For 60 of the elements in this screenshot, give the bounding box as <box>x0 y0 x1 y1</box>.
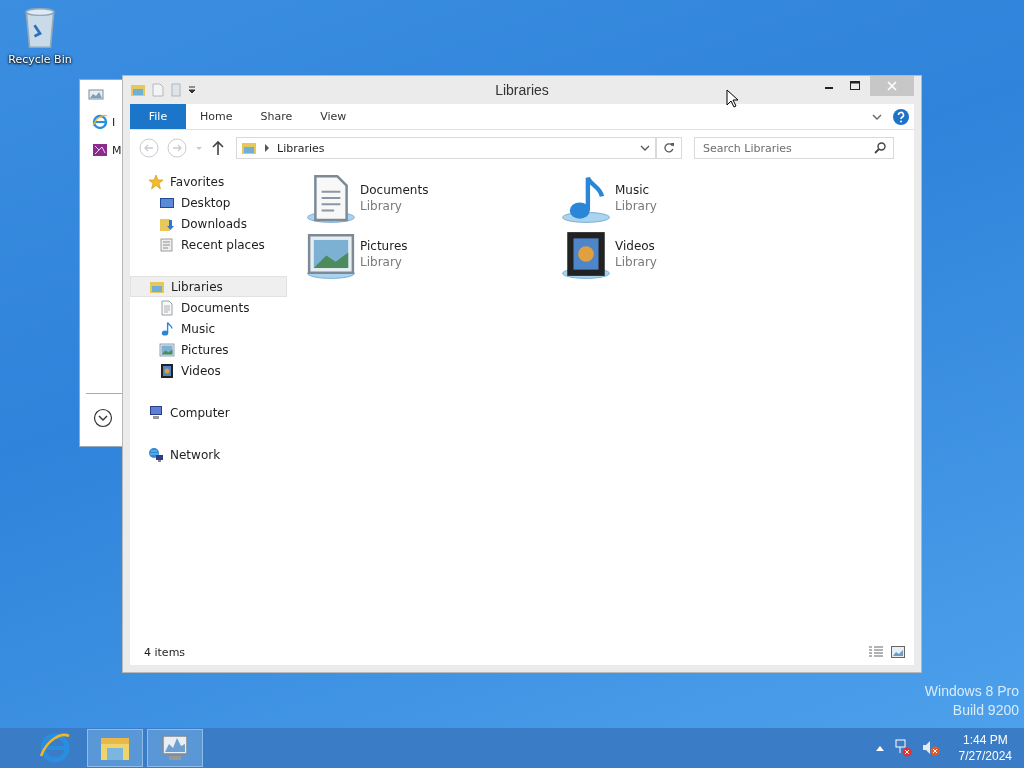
search-icon[interactable] <box>873 141 887 155</box>
watermark-text: Windows 8 Pro <box>924 683 1019 699</box>
list-item-label[interactable]: I <box>112 115 116 129</box>
nav-item[interactable]: Favorites <box>130 171 287 192</box>
watermark-text: Build 9200 <box>952 702 1019 718</box>
nav-item[interactable]: Desktop <box>130 192 287 213</box>
film-icon <box>92 142 108 158</box>
globe-icon <box>148 446 164 463</box>
details-view-icon[interactable] <box>868 645 884 659</box>
network-icon[interactable] <box>892 738 913 758</box>
nav-item[interactable]: Libraries <box>130 276 287 297</box>
library-name[interactable]: Pictures <box>360 239 408 253</box>
chevron-down-icon[interactable] <box>93 408 113 428</box>
nav-item[interactable]: Videos <box>130 360 287 381</box>
taskbar-button[interactable] <box>147 729 203 767</box>
library-type: Library <box>615 199 657 213</box>
browser-icon <box>92 114 108 130</box>
up-arrow-icon[interactable] <box>210 139 226 157</box>
nav-item[interactable]: Computer <box>130 402 287 423</box>
breadcrumb[interactable]: Libraries <box>277 141 325 155</box>
status-text: 4 items <box>144 645 186 659</box>
refresh-button[interactable] <box>656 137 682 159</box>
star-icon <box>148 173 164 190</box>
library-type: Library <box>360 255 403 269</box>
list-item-label[interactable]: M <box>112 143 122 157</box>
ribbon-tab[interactable]: Share <box>246 104 307 129</box>
clock-time[interactable]: 1:44 PM <box>962 733 1008 747</box>
nav-item[interactable]: Network <box>130 444 287 465</box>
folder-icon <box>241 140 257 156</box>
document-icon <box>159 299 175 316</box>
library-type: Library <box>615 255 657 269</box>
ribbon-tab[interactable]: View <box>306 104 361 129</box>
document-icon[interactable] <box>306 173 356 223</box>
library-name[interactable]: Documents <box>360 183 429 197</box>
address-bar[interactable]: Libraries <box>236 137 656 159</box>
large-icons-view-icon[interactable] <box>890 645 906 659</box>
nav-item[interactable]: Pictures <box>130 339 287 360</box>
help-icon[interactable] <box>892 107 910 126</box>
clock-date[interactable]: 7/27/2024 <box>958 749 1012 763</box>
window-title: Libraries <box>495 82 549 98</box>
nav-item[interactable]: Music <box>130 318 287 339</box>
document-icon <box>159 236 175 253</box>
ribbon-tab[interactable]: Home <box>186 104 247 129</box>
search-field[interactable]: Search Libraries <box>694 137 894 159</box>
nav-item[interactable]: Recent places <box>130 234 287 255</box>
computer-icon <box>148 404 164 421</box>
nav-item[interactable]: Downloads <box>130 213 287 234</box>
library-name[interactable]: Music <box>615 183 657 197</box>
film-icon[interactable] <box>561 229 611 279</box>
library-type: Library <box>360 199 403 213</box>
breadcrumb-arrow-icon[interactable] <box>263 143 271 153</box>
monitor-icon <box>88 87 104 103</box>
browser-icon <box>39 732 71 764</box>
show-hidden-icons-icon[interactable] <box>874 744 885 752</box>
taskbar-button[interactable] <box>87 729 143 767</box>
nav-item[interactable]: Documents <box>130 297 287 318</box>
film-icon <box>159 362 175 379</box>
music-note-icon <box>159 320 175 337</box>
library-name[interactable]: Videos <box>615 239 657 253</box>
picture-icon <box>159 341 175 358</box>
